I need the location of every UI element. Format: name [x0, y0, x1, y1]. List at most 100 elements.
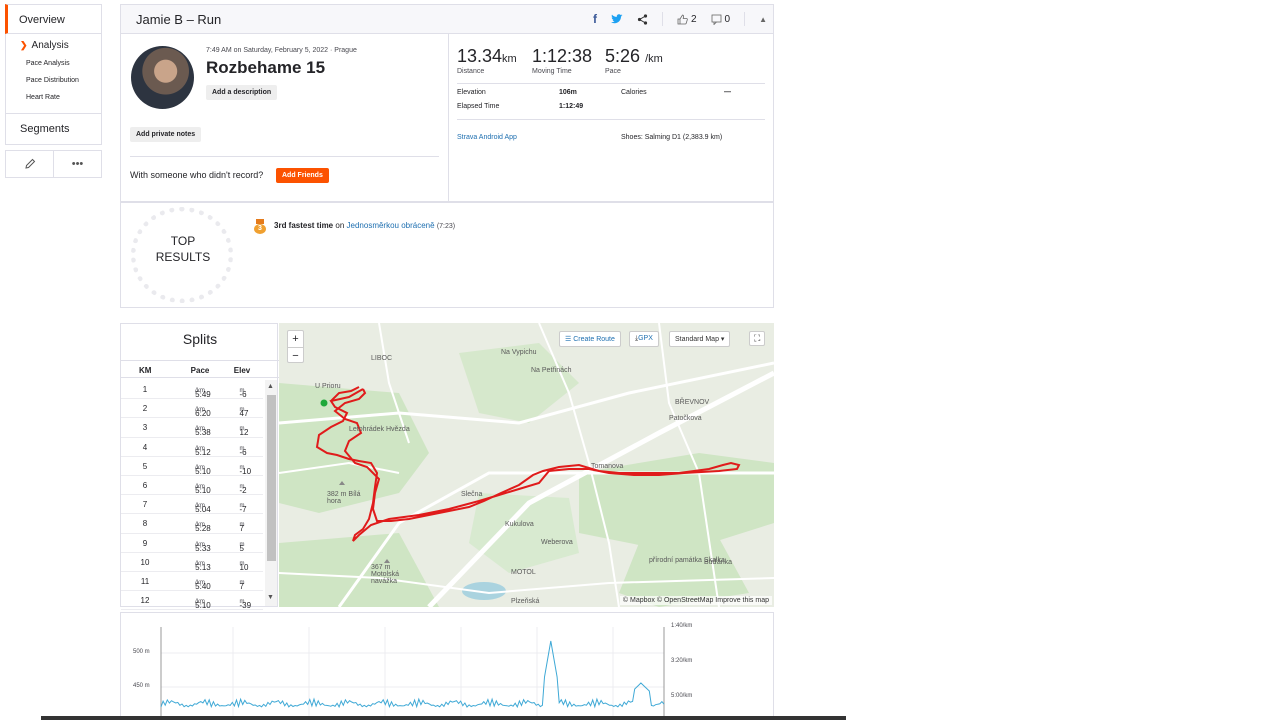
- share-icon[interactable]: [637, 13, 648, 25]
- achievement-on: on: [335, 221, 345, 230]
- split-row[interactable]: 3 5:38 /km 12 m: [121, 418, 263, 438]
- split-km: 3: [142, 423, 148, 433]
- medal-rank: 3: [254, 224, 266, 234]
- zoom-out-button[interactable]: −: [288, 348, 303, 364]
- map-label-motolska: 367 m Motolská navážka: [371, 564, 400, 585]
- map-attribution[interactable]: © Mapbox © OpenStreetMap Improve this ma…: [619, 596, 772, 605]
- scroll-up-icon[interactable]: ▲: [267, 383, 274, 390]
- nav-heart-rate[interactable]: Heart Rate: [26, 94, 60, 101]
- map-style-select[interactable]: Standard Map ▾: [669, 331, 731, 347]
- route-icon: ☰: [565, 336, 574, 343]
- split-elev: -2 m: [239, 484, 247, 495]
- map-style-label: Standard Map: [675, 336, 719, 343]
- distance-unit: km: [502, 53, 517, 65]
- nav-analysis[interactable]: ❯ Analysis: [20, 40, 69, 51]
- split-elev: 10 m: [239, 560, 249, 572]
- divider: [661, 12, 663, 26]
- elevation-value: 106m: [559, 89, 577, 96]
- split-row[interactable]: 5 5:10 /km -10 m: [121, 457, 263, 476]
- split-km: 5: [142, 461, 148, 471]
- top-results-line2: RESULTS: [155, 250, 211, 264]
- split-pace: 6:20 /km: [195, 407, 211, 419]
- pace-label: Pace: [605, 68, 621, 75]
- gpx-label: GPX: [638, 335, 653, 342]
- map-label-petrinach: Na Petřinách: [531, 367, 572, 374]
- split-row[interactable]: 7 5:04 /km -7 m: [121, 495, 263, 515]
- thumbs-up-icon: [677, 14, 688, 24]
- add-description-button[interactable]: Add a description: [206, 85, 278, 100]
- split-pace: 5:38 /km: [195, 426, 211, 438]
- stat-distance: 13.34km Distance: [457, 46, 517, 75]
- split-row[interactable]: 1 5:49 /km -6 m: [121, 380, 263, 400]
- split-pace: 5:04 /km: [195, 503, 211, 515]
- map-label-motol: MOTOL: [511, 569, 536, 576]
- map-label-tomanova: Tomanova: [591, 463, 624, 470]
- split-row[interactable]: 2 6:20 /km 47 m: [121, 399, 263, 419]
- kudos-button[interactable]: 2: [677, 14, 697, 25]
- calories-label: Calories: [621, 89, 647, 96]
- avatar[interactable]: [131, 46, 194, 109]
- nav-pace-distribution[interactable]: Pace Distribution: [26, 77, 79, 84]
- chart-canvas: [160, 627, 665, 720]
- segment-link[interactable]: Jednosměrkou obráceně: [347, 221, 435, 230]
- collapse-icon[interactable]: ▲: [759, 15, 767, 24]
- nav-pace-analysis[interactable]: Pace Analysis: [26, 60, 70, 67]
- split-pace: 5:40 /km: [195, 580, 211, 591]
- map-label-weberova: Weberova: [541, 539, 573, 546]
- activity-title: Jamie B – Run: [136, 12, 222, 27]
- top-results-badge: TOP RESULTS: [143, 233, 223, 265]
- split-km: 1: [142, 385, 148, 394]
- elevation-pace-chart[interactable]: 500 m 450 m 1:40/km 3:20/km 5:00/km: [120, 612, 774, 720]
- map-label-kukulova: Kukulova: [505, 521, 534, 528]
- scroll-down-icon[interactable]: ▼: [267, 594, 274, 601]
- add-private-notes-button[interactable]: Add private notes: [130, 127, 202, 142]
- twitter-icon[interactable]: [610, 14, 623, 24]
- split-row[interactable]: 8 5:28 /km 7 m: [121, 514, 263, 534]
- nav-analysis-label: Analysis: [31, 40, 69, 51]
- zoom-in-button[interactable]: +: [288, 331, 303, 348]
- map-canvas: [279, 323, 774, 607]
- pencil-icon: [24, 158, 35, 169]
- split-row[interactable]: 10 5:13 /km 10 m: [121, 553, 263, 572]
- create-route-button[interactable]: ☰ Create Route: [559, 331, 621, 347]
- fullscreen-icon[interactable]: ⛶: [749, 331, 766, 346]
- nav-overview[interactable]: Overview: [5, 4, 102, 34]
- comment-icon: [711, 14, 721, 25]
- split-elev: -7 m: [239, 503, 247, 515]
- activity-datetime: 7:49 AM on Saturday, February 5, 2022 · …: [206, 47, 357, 54]
- facebook-icon[interactable]: f: [593, 12, 597, 26]
- split-pace: 5:33 /km: [195, 541, 211, 553]
- split-row[interactable]: 4 5:12 /km -6 m: [121, 438, 263, 457]
- split-row[interactable]: 12 5:10 /km -39 m: [121, 591, 263, 611]
- edit-button[interactable]: [6, 151, 54, 177]
- elevation-label: Elevation: [457, 89, 486, 96]
- comment-count: 0: [724, 13, 731, 25]
- divider: [448, 34, 449, 201]
- device-link[interactable]: Strava Android App: [457, 134, 517, 141]
- top-results-card: TOP RESULTS 3 3rd fastest time on Jednos…: [120, 202, 774, 308]
- map-label-bila-hora: 382 m Bílá hora: [327, 491, 361, 505]
- comments-button[interactable]: 0: [711, 13, 731, 25]
- scrollbar-thumb[interactable]: [267, 395, 276, 561]
- add-friends-button[interactable]: Add Friends: [276, 168, 329, 183]
- split-elev: 5 m: [239, 541, 245, 553]
- nav-segments[interactable]: Segments: [5, 114, 102, 145]
- split-row[interactable]: 6 5:10 /km -2 m: [121, 476, 263, 496]
- split-row[interactable]: 11 5:40 /km 7 m: [121, 572, 263, 592]
- col-elev: Elev: [233, 366, 251, 375]
- route-map[interactable]: + − ☰ Create Route ⤓GPX Standard Map ▾ ⛶…: [279, 323, 774, 607]
- more-button[interactable]: •••: [54, 151, 101, 177]
- stat-pace: 5:26 /km Pace: [605, 46, 663, 75]
- achievement-rank: 3rd fastest time: [274, 221, 334, 230]
- split-pace: 5:10 /km: [195, 599, 211, 611]
- split-row[interactable]: 9 5:33 /km 5 m: [121, 534, 263, 553]
- split-km: 2: [142, 404, 148, 414]
- split-elev: 12 m: [239, 426, 249, 438]
- split-elev: -10 m: [239, 464, 252, 476]
- nav-tools: •••: [5, 150, 102, 178]
- gpx-download-button[interactable]: ⤓GPX: [629, 331, 659, 347]
- segment-time: (7:23): [436, 223, 456, 230]
- more-icon: •••: [71, 158, 84, 170]
- divider: [457, 83, 765, 84]
- divider: [744, 12, 746, 26]
